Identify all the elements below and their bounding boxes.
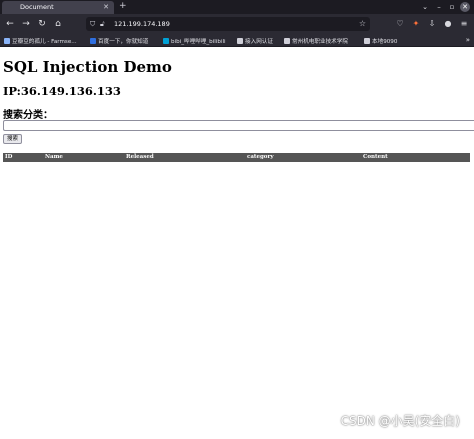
page-content: SQL Injection Demo IP:36.149.136.133 搜索分… <box>0 48 474 439</box>
bookmark-favicon-icon <box>4 37 10 44</box>
download-icon[interactable]: ⇩ <box>426 18 438 30</box>
bookmark-item[interactable]: 百度一下，你就知道 <box>90 34 148 47</box>
back-icon[interactable]: ← <box>4 17 16 31</box>
bookmark-item[interactable]: 常州机电职业技术学院 <box>284 34 348 47</box>
lock-icon[interactable]: 🔓︎ <box>100 17 105 31</box>
maximize-icon[interactable]: ▫ <box>447 2 457 12</box>
bookmark-favicon-icon <box>237 37 243 44</box>
bookmark-item[interactable]: 接入网认证 <box>237 34 273 47</box>
bookmark-label: 本地9090 <box>372 38 398 45</box>
column-header-category: category <box>247 154 274 160</box>
home-icon[interactable]: ⌂ <box>52 17 64 31</box>
tab-close-icon[interactable]: ✕ <box>103 2 109 12</box>
account-icon[interactable]: ● <box>442 18 454 30</box>
csdn-watermark: CSDN @小吴(安全白) <box>340 414 460 428</box>
ip-address: IP:36.149.136.133 <box>3 84 121 98</box>
shield-icon[interactable]: ⛉ <box>90 17 95 31</box>
bookmark-favicon-icon <box>90 37 96 44</box>
bookmark-item[interactable]: 本地9090 <box>364 34 397 47</box>
pocket-icon[interactable]: ♡ <box>394 18 406 30</box>
minimize-icon[interactable]: – <box>434 2 444 12</box>
new-tab-icon[interactable]: + <box>119 0 127 13</box>
column-header-name: Name <box>45 154 63 160</box>
bookmark-favicon-icon <box>284 37 290 44</box>
close-window-icon[interactable]: ✕ <box>460 2 470 12</box>
bookmark-label: 豆瓣豆的孤儿 - Farmse... <box>12 38 77 45</box>
extension-icon[interactable]: ✦ <box>410 18 422 30</box>
bookmark-favicon-icon <box>163 37 169 44</box>
tab-document[interactable]: Document ✕ <box>2 1 114 14</box>
column-header-id: ID <box>5 154 13 160</box>
tab-bar: Document ✕ + ⌄ – ▫ ✕ <box>0 0 474 14</box>
bookmark-label: 常州机电职业技术学院 <box>292 38 348 45</box>
search-input[interactable] <box>3 120 474 131</box>
menu-icon[interactable]: ≡ <box>458 18 470 30</box>
column-header-content: Content <box>363 154 388 160</box>
forward-icon[interactable]: → <box>20 17 32 31</box>
page-title: SQL Injection Demo <box>3 58 172 76</box>
bookmark-favicon-icon <box>364 37 370 44</box>
reload-icon[interactable]: ↻ <box>36 17 48 31</box>
bookmark-label: 百度一下，你就知道 <box>98 38 149 45</box>
bookmarks-toolbar: 豆瓣豆的孤儿 - Farmse... 百度一下，你就知道 bibi_哔哩哔哩_b… <box>0 34 474 47</box>
bookmark-star-icon[interactable]: ☆ <box>359 17 366 31</box>
bookmark-item[interactable]: bibi_哔哩哔哩_bilibili <box>163 34 226 47</box>
search-button[interactable]: 搜索 <box>3 134 23 144</box>
tab-title: Document <box>20 3 54 11</box>
url-bar[interactable]: ⛉ 🔓︎ 121.199.174.189 ☆ <box>86 17 370 31</box>
bookmarks-overflow-icon[interactable]: » <box>466 34 470 47</box>
search-label: 搜索分类： <box>3 110 53 121</box>
url-text[interactable]: 121.199.174.189 <box>114 17 170 31</box>
column-header-released: Released <box>126 154 154 160</box>
bookmark-item[interactable]: 豆瓣豆的孤儿 - Farmse... <box>4 34 77 47</box>
bookmark-label: 接入网认证 <box>245 38 273 45</box>
bookmark-label: bibi_哔哩哔哩_bilibili <box>171 38 226 45</box>
navigation-bar: ← → ↻ ⌂ ⛉ 🔓︎ 121.199.174.189 ☆ ♡ ✦ ⇩ ● ≡ <box>0 14 474 34</box>
list-all-tabs-icon[interactable]: ⌄ <box>420 2 430 12</box>
results-table-header: ID Name Released category Content <box>3 153 470 162</box>
